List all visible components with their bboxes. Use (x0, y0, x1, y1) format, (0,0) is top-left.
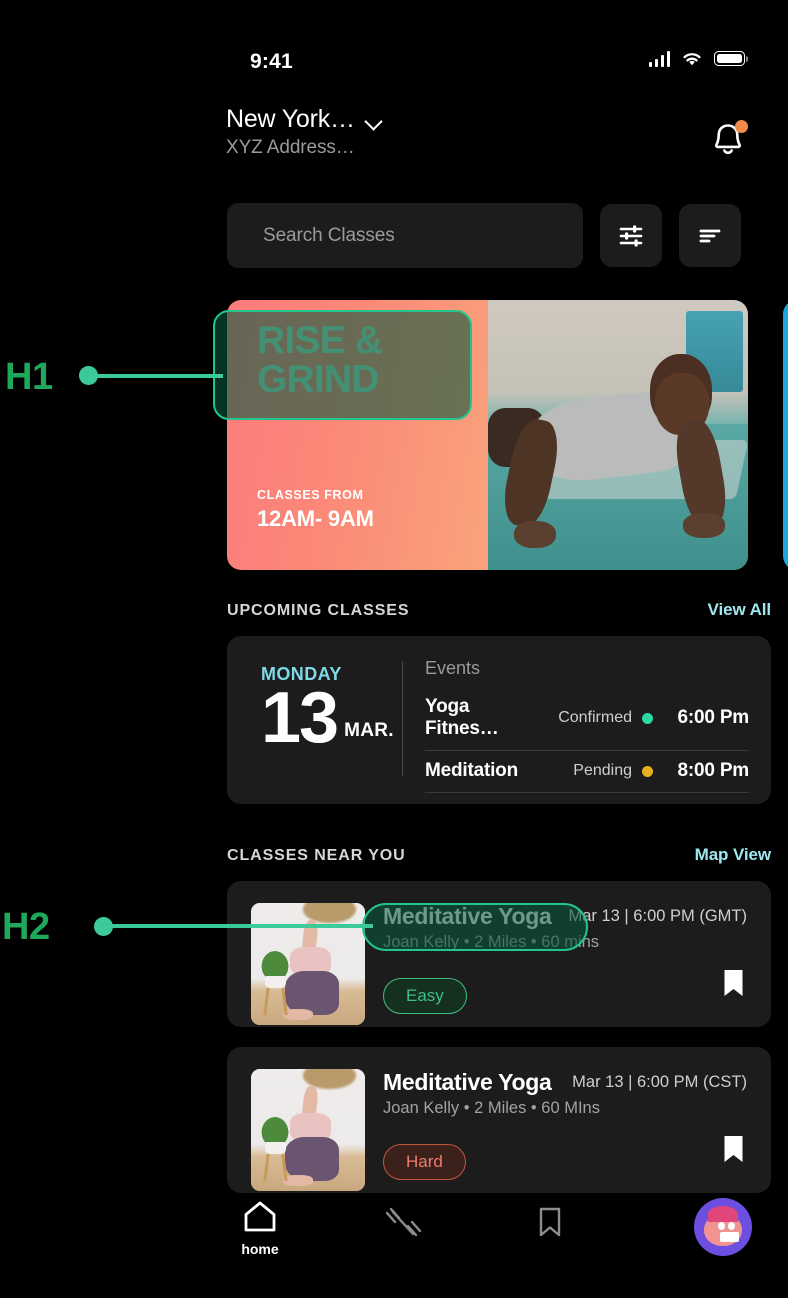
search-input[interactable]: Search Classes (227, 203, 583, 268)
status-icons (648, 50, 748, 67)
upcoming-classes-card[interactable]: MONDAY 13 MAR. Events Yoga Fitnes… Confi… (227, 636, 771, 804)
event-time: 8:00 Pm (677, 760, 750, 781)
bookmark-icon (724, 970, 743, 996)
event-status-text: Pending (573, 762, 632, 779)
section-title: UPCOMING CLASSES (227, 602, 410, 619)
hero-card-next[interactable] (783, 300, 788, 570)
sliders-filter-icon (619, 224, 643, 247)
annotation-dot-h1 (79, 366, 98, 385)
bottom-navigation: home (210, 1188, 788, 1298)
event-name: Meditation (425, 760, 518, 781)
nav-item-saved[interactable] (517, 1206, 583, 1238)
location-address: XYZ Address… (226, 137, 355, 158)
sort-lines-icon (699, 229, 721, 242)
map-view-link[interactable]: Map View (695, 845, 771, 865)
event-status: Pending (537, 762, 667, 780)
upcoming-section-header: UPCOMING CLASSES View All (227, 600, 771, 620)
event-row[interactable]: Yoga Fitnes… Confirmed 6:00 Pm (425, 687, 749, 751)
section-title: CLASSES NEAR YOU (227, 847, 406, 864)
annotation-label-h2: H2 (2, 906, 50, 948)
bookmark-icon (539, 1207, 561, 1237)
near-you-section-header: CLASSES NEAR YOU Map View (227, 845, 771, 865)
event-name: Yoga Fitnes… (425, 696, 499, 739)
event-status-text: Confirmed (558, 709, 632, 726)
nav-item-home[interactable]: home (227, 1200, 293, 1257)
nav-label-home: home (241, 1241, 279, 1257)
class-title-highlight (362, 903, 588, 951)
nav-item-workouts[interactable] (370, 1206, 436, 1242)
hero-photo (488, 300, 748, 570)
upcoming-date-panel: MONDAY 13 MAR. (227, 636, 402, 804)
events-label: Events (425, 658, 481, 678)
difficulty-badge[interactable]: Hard (383, 1144, 466, 1180)
class-thumbnail (251, 903, 365, 1025)
signal-icon (648, 50, 670, 67)
difficulty-badge[interactable]: Easy (383, 978, 467, 1014)
notifications-button[interactable] (708, 118, 752, 162)
upcoming-date-number: 13 (261, 678, 339, 758)
app-screen: 9:41 New York… XYZ Address… Search Class… (0, 0, 788, 1298)
class-datetime: Mar 13 | 6:00 PM (GMT) (568, 907, 748, 925)
annotation-dot-h2 (94, 917, 113, 936)
chevron-down-icon[interactable] (366, 115, 383, 125)
hero-subtitle-group: CLASSES FROM 12AM- 9AM (257, 488, 374, 532)
filter-button[interactable] (600, 204, 662, 267)
status-dot (642, 765, 653, 777)
location-city: New York… (226, 105, 355, 133)
location-selector[interactable]: New York… XYZ Address… (226, 105, 383, 159)
wifi-icon (683, 53, 701, 66)
hero-time-range: 12AM- 9AM (257, 506, 374, 531)
class-datetime: Mar 13 | 6:00 PM (CST) (572, 1073, 747, 1091)
home-icon (244, 1201, 276, 1232)
sort-button[interactable] (679, 204, 741, 267)
search-row: Search Classes (227, 203, 741, 268)
hero-title-highlight (213, 310, 472, 420)
annotation-line-h2 (103, 924, 373, 928)
dumbbell-icon (385, 1207, 422, 1237)
upcoming-events-panel: Events Yoga Fitnes… Confirmed 6:00 Pm Me… (403, 636, 771, 804)
notification-badge (735, 120, 748, 133)
view-all-link[interactable]: View All (708, 600, 772, 620)
annotation-label-h1: H1 (5, 356, 53, 398)
class-thumbnail (251, 1069, 365, 1191)
annotation-line-h1 (88, 374, 223, 378)
class-meta: Joan Kelly • 2 Miles • 60 MIns (383, 1099, 600, 1117)
battery-icon (714, 51, 748, 66)
status-dot (642, 712, 653, 724)
event-status: Confirmed (537, 709, 667, 727)
hero-kicker: CLASSES FROM (257, 488, 364, 502)
status-time: 9:41 (250, 50, 293, 73)
event-row[interactable]: Meditation Pending 8:00 Pm (425, 751, 749, 793)
bookmark-button[interactable] (722, 968, 745, 1003)
nav-item-profile[interactable] (694, 1198, 752, 1256)
search-placeholder: Search Classes (263, 224, 395, 246)
status-bar: 9:41 (210, 22, 788, 73)
bookmark-button[interactable] (722, 1134, 745, 1169)
event-time: 6:00 Pm (677, 707, 750, 728)
class-card[interactable]: Meditative Yoga Joan Kelly • 2 Miles • 6… (227, 1047, 771, 1193)
bookmark-icon (724, 1136, 743, 1162)
upcoming-month: MAR. (344, 720, 394, 742)
phone-viewport: 9:41 New York… XYZ Address… Search Class… (210, 0, 788, 1298)
